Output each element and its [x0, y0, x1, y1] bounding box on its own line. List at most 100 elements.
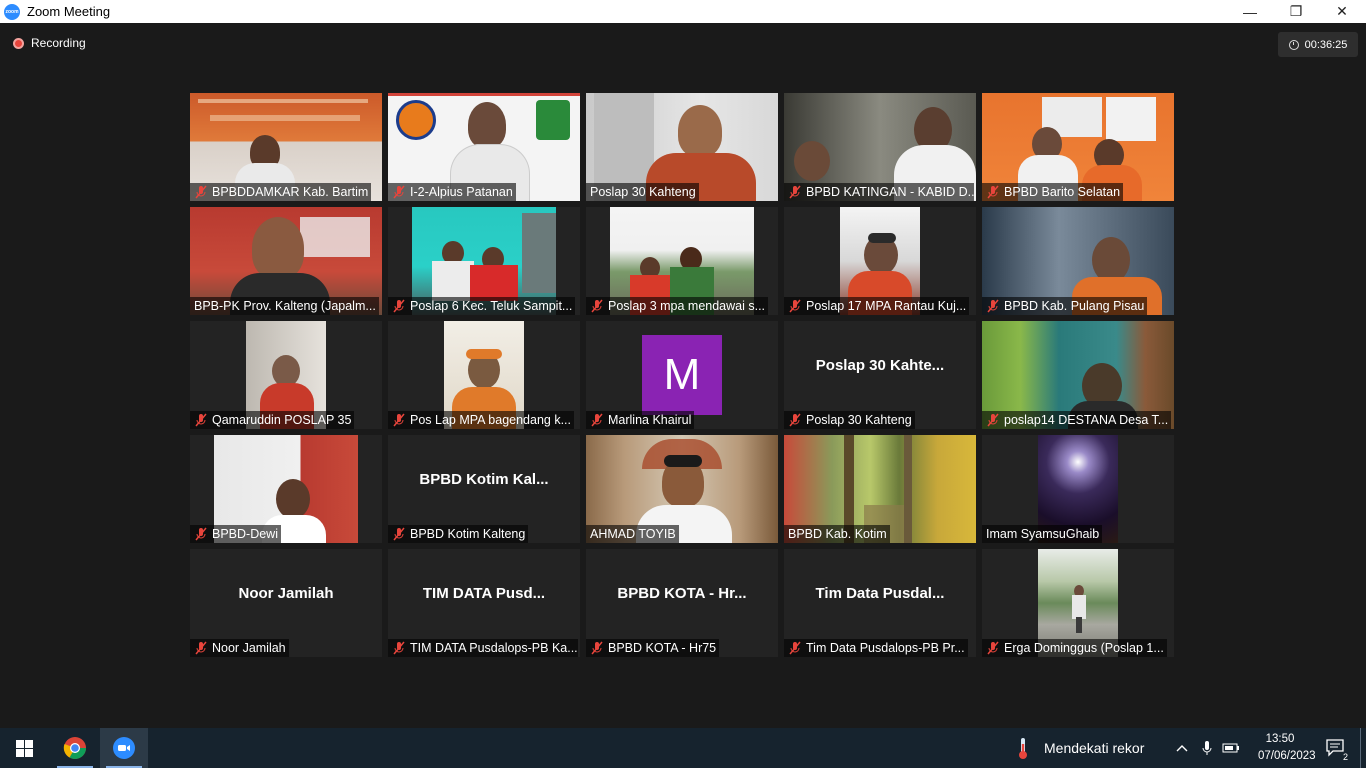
- participant-avatar: M: [642, 335, 722, 415]
- timer-value: 00:36:25: [1304, 38, 1348, 51]
- participant-tile[interactable]: BPBD Kab. Kotim: [784, 435, 976, 543]
- muted-mic-icon: [789, 413, 801, 427]
- participant-name-card: Noor Jamilah: [238, 585, 334, 602]
- participant-tile[interactable]: Poslap 17 MPA Rantau Kuj...: [784, 207, 976, 315]
- participant-name-label: Erga Dominggus (Poslap 1...: [982, 639, 1167, 657]
- muted-mic-icon: [987, 185, 999, 199]
- muted-mic-icon: [393, 527, 405, 541]
- participant-tile[interactable]: Poslap 30 Kahteng: [586, 93, 778, 201]
- muted-mic-icon: [789, 641, 801, 655]
- participant-name-label: BPBDDAMKAR Kab. Bartim: [190, 183, 372, 201]
- participant-name-label: BPBD-Dewi: [190, 525, 281, 543]
- muted-mic-icon: [591, 413, 603, 427]
- meeting-timer: 00:36:25: [1278, 32, 1358, 57]
- participant-name-card: BPBD Kotim Kal...: [419, 471, 549, 488]
- muted-mic-icon: [195, 641, 207, 655]
- participant-name-card: BPBD KOTA - Hr...: [617, 585, 747, 602]
- notification-count: 2: [1342, 752, 1348, 762]
- close-button[interactable]: ✕: [1319, 0, 1365, 23]
- participant-name-label: BPB-PK Prov. Kalteng (Japalm...: [190, 297, 379, 315]
- chevron-up-icon: [1176, 745, 1188, 752]
- participant-tile[interactable]: Poslap 6 Kec. Teluk Sampit...: [388, 207, 580, 315]
- taskbar-chrome-button[interactable]: [51, 728, 99, 768]
- microphone-icon: [1202, 741, 1212, 755]
- muted-mic-icon: [987, 299, 999, 313]
- participant-tile[interactable]: Erga Dominggus (Poslap 1...: [982, 549, 1174, 657]
- participant-name-label: Pos Lap MPA bagendang k...: [388, 411, 574, 429]
- muted-mic-icon: [393, 413, 405, 427]
- zoom-logo-icon: zoom: [4, 3, 20, 20]
- participant-tile[interactable]: I-2-Alpius Patanan: [388, 93, 580, 201]
- participant-name-card: Tim Data Pusdal...: [815, 585, 945, 602]
- windows-start-icon: [15, 739, 33, 757]
- recording-label: Recording: [31, 36, 86, 50]
- participant-name-label: BPBD Kab. Kotim: [784, 525, 890, 543]
- show-desktop-button[interactable]: [1360, 728, 1361, 768]
- battery-icon: [1222, 743, 1239, 753]
- participant-tile[interactable]: BPBD KATINGAN - KABID D...: [784, 93, 976, 201]
- participant-tile[interactable]: BPBDDAMKAR Kab. Bartim: [190, 93, 382, 201]
- participant-name-label: Poslap 30 Kahteng: [586, 183, 699, 201]
- active-speaker-tile[interactable]: AHMAD TOYIB: [586, 435, 778, 543]
- muted-mic-icon: [195, 185, 207, 199]
- restore-button[interactable]: ❐: [1273, 0, 1319, 23]
- participant-tile[interactable]: Imam SyamsuGhaib: [982, 435, 1174, 543]
- participant-tile[interactable]: Noor Jamilah Noor Jamilah: [190, 549, 382, 657]
- participant-tile[interactable]: BPBD KOTA - Hr... BPBD KOTA - Hr75: [586, 549, 778, 657]
- window-title-bar: zoom Zoom Meeting — ❐ ✕: [0, 0, 1366, 23]
- windows-taskbar: Mendekati rekor 13:50 07/06/2023 2: [0, 728, 1366, 768]
- participant-name-label: Qamaruddin POSLAP 35: [190, 411, 355, 429]
- participant-name-label: poslap14 DESTANA Desa T...: [982, 411, 1172, 429]
- muted-mic-icon: [393, 185, 405, 199]
- taskbar-zoom-button[interactable]: [100, 728, 148, 768]
- gallery-grid: BPBDDAMKAR Kab. Bartim I-2-Alpius Patana…: [190, 93, 1176, 657]
- participant-tile[interactable]: poslap14 DESTANA Desa T...: [982, 321, 1174, 429]
- participant-tile[interactable]: Pos Lap MPA bagendang k...: [388, 321, 580, 429]
- microphone-tray-button[interactable]: [1197, 728, 1217, 768]
- start-button[interactable]: [0, 728, 48, 768]
- participant-name-label: Marlina Khairul: [586, 411, 695, 429]
- participant-name-label: BPBD Kotim Kalteng: [388, 525, 529, 543]
- participant-tile[interactable]: M Marlina Khairul: [586, 321, 778, 429]
- participant-name-label: I-2-Alpius Patanan: [388, 183, 516, 201]
- participant-name-label: BPBD Barito Selatan: [982, 183, 1124, 201]
- participant-name-label: Poslap 3 mpa mendawai s...: [586, 297, 769, 315]
- participant-tile[interactable]: BPBD Kotim Kal... BPBD Kotim Kalteng: [388, 435, 580, 543]
- participant-name-label: Poslap 30 Kahteng: [784, 411, 915, 429]
- minimize-button[interactable]: —: [1227, 0, 1273, 23]
- muted-mic-icon: [987, 641, 999, 655]
- participant-tile[interactable]: BPBD Barito Selatan: [982, 93, 1174, 201]
- weather-widget[interactable]: Mendekati rekor: [1016, 728, 1144, 768]
- participant-name-card: Poslap 30 Kahte...: [815, 357, 945, 374]
- zoom-icon: [113, 737, 135, 759]
- participant-tile[interactable]: BPBD-Dewi: [190, 435, 382, 543]
- record-icon: [13, 37, 24, 49]
- weather-text: Mendekati rekor: [1044, 740, 1145, 756]
- participant-tile[interactable]: Qamaruddin POSLAP 35: [190, 321, 382, 429]
- meeting-area: Recording 00:36:25 BPBDDAMKAR Kab. Barti…: [0, 23, 1366, 728]
- notification-center-button[interactable]: 2: [1322, 728, 1350, 768]
- participant-tile[interactable]: BPBD Kab. Pulang Pisau: [982, 207, 1174, 315]
- participant-tile[interactable]: Poslap 3 mpa mendawai s...: [586, 207, 778, 315]
- muted-mic-icon: [987, 413, 999, 427]
- participant-name-label: Poslap 6 Kec. Teluk Sampit...: [388, 297, 576, 315]
- participant-name-label: Poslap 17 MPA Rantau Kuj...: [784, 297, 970, 315]
- participant-tile[interactable]: BPB-PK Prov. Kalteng (Japalm...: [190, 207, 382, 315]
- participant-name-label: BPBD Kab. Pulang Pisau: [982, 297, 1148, 315]
- participant-name-label: Imam SyamsuGhaib: [982, 525, 1103, 543]
- muted-mic-icon: [789, 299, 801, 313]
- recording-indicator[interactable]: Recording: [13, 36, 86, 50]
- participant-name-label: AHMAD TOYIB: [586, 525, 679, 543]
- show-hidden-icons-button[interactable]: [1172, 728, 1192, 768]
- muted-mic-icon: [195, 527, 207, 541]
- participant-tile[interactable]: Poslap 30 Kahte... Poslap 30 Kahteng: [784, 321, 976, 429]
- clock-time: 13:50: [1265, 733, 1295, 745]
- muted-mic-icon: [591, 641, 603, 655]
- battery-tray-button[interactable]: [1220, 728, 1242, 768]
- muted-mic-icon: [195, 413, 207, 427]
- participant-tile[interactable]: Tim Data Pusdal... Tim Data Pusdalops-PB…: [784, 549, 976, 657]
- taskbar-clock[interactable]: 13:50 07/06/2023: [1258, 731, 1316, 765]
- muted-mic-icon: [393, 299, 405, 313]
- participant-tile[interactable]: TIM DATA Pusd... TIM DATA Pusdalops-PB K…: [388, 549, 580, 657]
- participant-name-label: Noor Jamilah: [190, 639, 289, 657]
